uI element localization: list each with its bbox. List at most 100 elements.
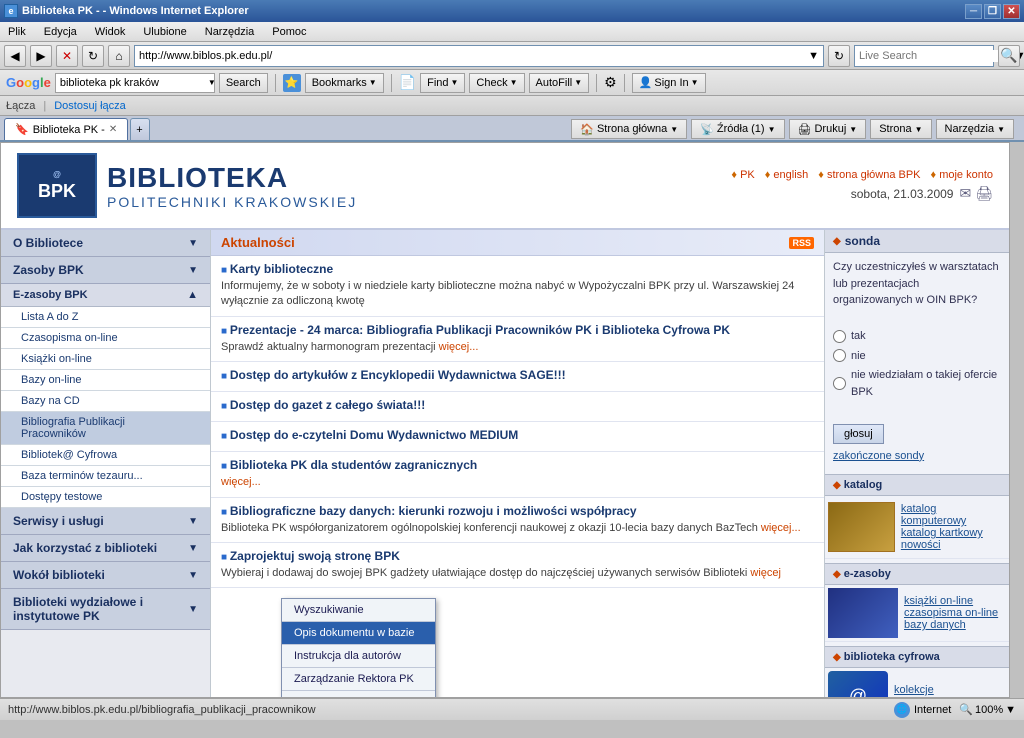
minimize-button[interactable]: ─ [965, 4, 982, 19]
news-title-2[interactable]: Dostęp do artykułów z Encyklopedii Wydaw… [221, 368, 814, 382]
menu-narzedzia[interactable]: Narzędzia [201, 24, 259, 40]
kolekcje-link[interactable]: kolekcje [894, 684, 961, 696]
tab-biblioteka[interactable]: 🔖 Biblioteka PK - ✕ [4, 118, 128, 140]
back-button[interactable]: ◀ [4, 45, 26, 67]
refresh-button[interactable]: ↻ [82, 45, 104, 67]
print-page-icon[interactable]: 🖨 [975, 185, 993, 202]
sidebar-section-zasoby[interactable]: Zasoby BPK ▼ [1, 257, 210, 284]
google-search-dropdown-icon[interactable]: ▼ [206, 78, 218, 87]
drukuj-button[interactable]: 🖨 Drukuj▼ [789, 119, 867, 139]
news-title-5[interactable]: Biblioteka PK dla studentów zagranicznyc… [221, 458, 814, 472]
context-item-wyszukiwanie[interactable]: Wyszukiwanie [282, 599, 435, 622]
sonda-option-nie-wiedzialem[interactable]: nie wiedziałam o takiej ofercie BPK [833, 367, 1001, 400]
sidebar-item-bazy-cd[interactable]: Bazy na CD [1, 391, 210, 412]
sidebar-item-dostepy[interactable]: Dostępy testowe [1, 487, 210, 508]
new-tab-button[interactable]: + [130, 118, 150, 140]
search-go-button[interactable]: 🔍 [998, 45, 1020, 67]
menu-edycja[interactable]: Edycja [40, 24, 81, 40]
katalog-kartkowy-link[interactable]: katalog kartkowy [901, 527, 1000, 539]
sidebar-section-serwisy[interactable]: Serwisy i usługi ▼ [1, 508, 210, 535]
toplink-strona[interactable]: strona główna BPK [818, 169, 920, 181]
restore-button[interactable]: ❐ [984, 4, 1001, 19]
sidebar-item-czasopisma[interactable]: Czasopisma on-line [1, 328, 210, 349]
sidebar-item-ksiazki[interactable]: Książki on-line [1, 349, 210, 370]
toplink-konto[interactable]: moje konto [931, 169, 993, 181]
katalog-nowosci-link[interactable]: nowości [901, 539, 1000, 551]
toplink-pk[interactable]: PK [731, 169, 754, 181]
news-title-1[interactable]: Prezentacje - 24 marca: Bibliografia Pub… [221, 323, 814, 337]
check-button[interactable]: Check▼ [469, 73, 524, 93]
forward-button[interactable]: ▶ [30, 45, 52, 67]
sonda-option-tak[interactable]: tak [833, 328, 1001, 345]
news-link-6[interactable]: więcej... [761, 522, 801, 534]
sonda-radio-nie-wiedzialem[interactable] [833, 377, 846, 390]
news-title-3[interactable]: Dostęp do gazet z całego świata!!! [221, 398, 814, 412]
sidebar-section-biblioteki[interactable]: Biblioteki wydziałowe i instytutowe PK ▼ [1, 589, 210, 630]
sidebar-section-wokol[interactable]: Wokół biblioteki ▼ [1, 562, 210, 589]
toplink-english[interactable]: english [765, 169, 809, 181]
context-item-zarzadzanie[interactable]: Zarządzanie Rektora PK [282, 668, 435, 691]
status-zone: 🌐 Internet [894, 702, 951, 718]
dostosuj-lacza-link[interactable]: Dostosuj łącza [54, 100, 126, 112]
live-search-input[interactable] [859, 50, 1001, 62]
bazy-danych-link[interactable]: bazy danych [904, 619, 998, 631]
wyszukiwanie-link[interactable]: wyszukiwanie [894, 696, 961, 698]
ksiazki-online-link[interactable]: książki on-line [904, 595, 998, 607]
stop-button[interactable]: ✕ [56, 45, 78, 67]
katalog-komputerowy-link[interactable]: katalog komputerowy [901, 503, 1000, 527]
narzedzia-button[interactable]: Narzędzia▼ [936, 119, 1014, 139]
news-link-7[interactable]: więcej [750, 567, 781, 579]
sidebar-section-ezasoby[interactable]: E-zasoby BPK ▲ [1, 284, 210, 307]
sign-in-button[interactable]: 👤Sign In▼ [632, 73, 706, 93]
menu-plik[interactable]: Plik [4, 24, 30, 40]
address-dropdown-icon[interactable]: ▼ [808, 50, 819, 62]
sidebar-item-baza-tezauru[interactable]: Baza terminów tezauru... [1, 466, 210, 487]
czasopisma-online-link[interactable]: czasopisma on-line [904, 607, 998, 619]
zakonczone-sondy-link[interactable]: zakończone sondy [833, 450, 924, 462]
sidebar-section-jak-korzystac[interactable]: Jak korzystać z biblioteki ▼ [1, 535, 210, 562]
news-link-1[interactable]: więcej... [439, 341, 479, 353]
google-search-button[interactable]: Search [219, 73, 268, 93]
sidebar-section-o-bibliotece[interactable]: O Bibliotece ▼ [1, 230, 210, 257]
tab-close-button[interactable]: ✕ [109, 124, 117, 135]
zrodla-button[interactable]: 📡 Źródła (1)▼ [691, 119, 784, 139]
gear-icon[interactable]: ⚙ [604, 74, 617, 91]
page-add-icon[interactable]: 📄 [399, 74, 416, 91]
news-title-0[interactable]: Karty biblioteczne [221, 262, 814, 276]
bookmark-star-icon[interactable]: ⭐ [283, 74, 301, 92]
sonda-radio-nie[interactable] [833, 349, 846, 362]
sonda-vote-button[interactable]: głosuj [833, 424, 884, 444]
website-content: @ BPK BIBLIOTEKA POLITECHNIKI KRAKOWSKIE… [0, 142, 1010, 698]
bookmarks-button[interactable]: Bookmarks▼ [305, 73, 384, 93]
rss-feed-icon[interactable]: RSS [789, 237, 814, 249]
home-button[interactable]: ⌂ [108, 45, 130, 67]
context-item-opis[interactable]: Opis dokumentu w bazie [282, 622, 435, 645]
zoom-dropdown-icon[interactable]: ▼ [1005, 704, 1016, 716]
news-title-7[interactable]: Zaprojektuj swoją stronę BPK [221, 549, 814, 563]
menu-ulubione[interactable]: Ulubione [139, 24, 190, 40]
google-search-input[interactable] [56, 77, 206, 89]
strona-button[interactable]: Strona▼ [870, 119, 931, 139]
news-title-4[interactable]: Dostęp do e-czytelni Domu Wydawnictwo ME… [221, 428, 814, 442]
refresh-page-button[interactable]: ↻ [828, 45, 850, 67]
sidebar-item-lista[interactable]: Lista A do Z [1, 307, 210, 328]
sidebar-item-bibliografia[interactable]: Bibliografia Publikacji Pracowników [1, 412, 210, 445]
find-button[interactable]: Find▼ [420, 73, 465, 93]
sonda-radio-tak[interactable] [833, 330, 846, 343]
strona-glowna-button[interactable]: 🏠 Strona główna▼ [571, 119, 687, 139]
sidebar-item-bazy-online[interactable]: Bazy on-line [1, 370, 210, 391]
menu-pomoc[interactable]: Pomoc [268, 24, 310, 40]
sidebar-item-biblioteka-cyfrowa[interactable]: Bibliotek@ Cyfrowa [1, 445, 210, 466]
autofill-button[interactable]: AutoFill▼ [529, 73, 590, 93]
zoom-control[interactable]: 🔍 100% ▼ [959, 703, 1016, 716]
menu-widok[interactable]: Widok [91, 24, 130, 40]
news-title-6[interactable]: Bibliograficzne bazy danych: kierunki ro… [221, 504, 814, 518]
address-input[interactable] [139, 50, 808, 62]
sonda-option-nie[interactable]: nie [833, 348, 1001, 365]
context-item-zobacz[interactable]: Zobacz też [282, 691, 435, 698]
sidebar-arrow-3: ▼ [188, 516, 198, 527]
close-button[interactable]: ✕ [1003, 4, 1020, 19]
news-link-5[interactable]: więcej... [221, 476, 261, 488]
context-item-instrukcja[interactable]: Instrukcja dla autorów [282, 645, 435, 668]
email-icon[interactable]: ✉ [959, 185, 971, 202]
